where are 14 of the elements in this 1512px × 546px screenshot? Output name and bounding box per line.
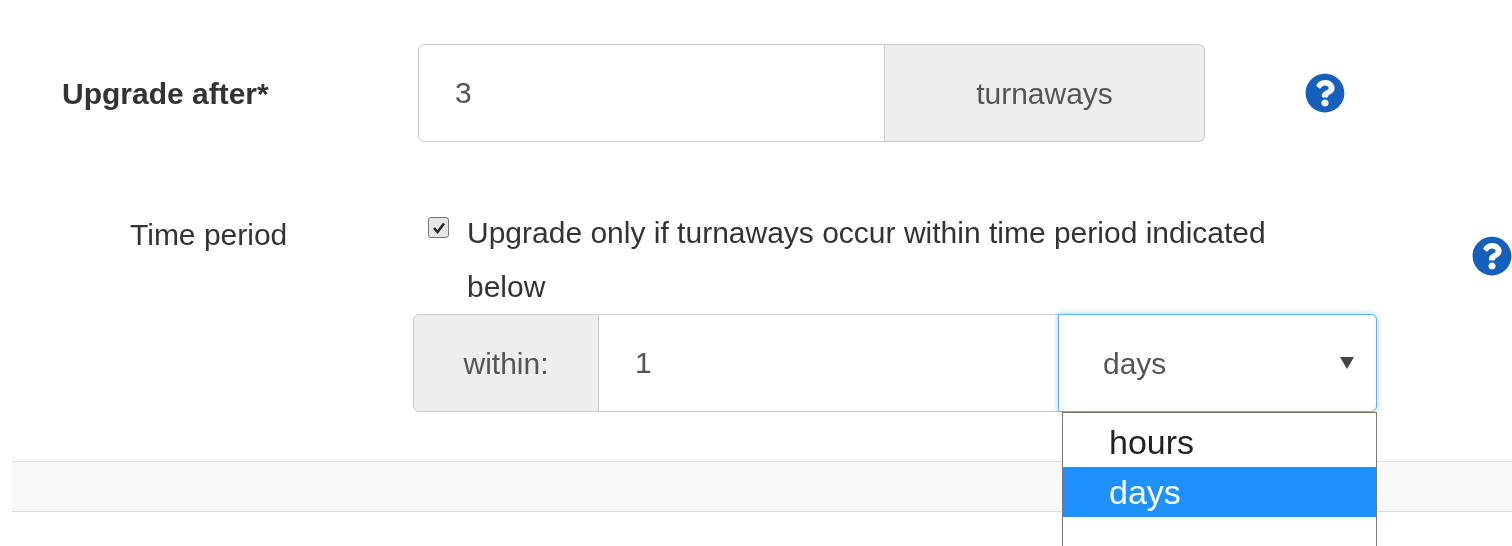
unit-addon: turnaways (885, 44, 1205, 142)
field-label: Upgrade after* (62, 75, 270, 112)
checkbox-label: Upgrade only if turnaways occur within time period indicated below (467, 215, 1267, 305)
dropdown-option[interactable]: hours (1063, 417, 1376, 467)
input-field[interactable]: 1 (599, 314, 1058, 412)
field-label: Time period (130, 217, 289, 253)
checkbox[interactable] (428, 217, 449, 238)
prefix-addon: within: (413, 314, 599, 412)
help-icon[interactable] (1305, 73, 1345, 113)
unit-select[interactable]: days (1058, 314, 1377, 412)
check-icon (431, 220, 446, 235)
input-field[interactable]: 3 (418, 44, 885, 142)
help-icon[interactable] (1472, 236, 1512, 276)
caret-icon (1340, 357, 1354, 369)
